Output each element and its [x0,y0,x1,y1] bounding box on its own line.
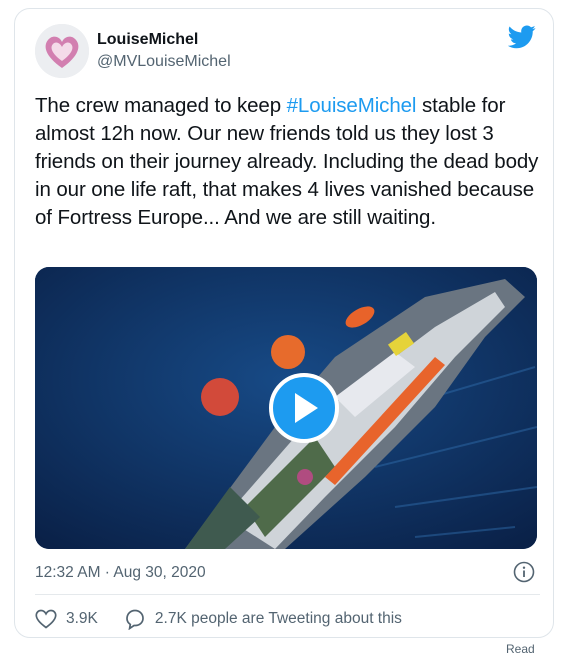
twitter-bird-icon[interactable] [508,25,536,49]
like-button[interactable]: 3.9K [35,609,98,629]
tweeting-about-link[interactable]: 2.7K people are Tweeting about this [124,608,402,630]
heart-logo-icon [35,24,89,78]
video-thumbnail[interactable] [35,267,537,549]
user-handle[interactable]: @MVLouiseMichel [97,53,231,71]
tweet-text-start: The crew managed to keep [35,94,287,117]
tweeting-about-text: 2.7K people are Tweeting about this [154,610,402,627]
read-replies-link[interactable]: Read [506,642,535,656]
hashtag-link[interactable]: #LouiseMichel [287,94,417,117]
divider [35,594,540,595]
tweet-text: The crew managed to keep #LouiseMichel s… [35,92,540,232]
display-name[interactable]: LouiseMichel [97,31,198,49]
tweet-actions: 3.9K 2.7K people are Tweeting about this [35,607,402,631]
info-icon[interactable] [513,561,535,583]
speech-bubble-icon [126,609,144,630]
heart-icon [35,609,57,629]
tweet-card[interactable]: LouiseMichel @MVLouiseMichel The crew ma… [14,8,554,638]
tweet-timestamp[interactable]: 12:32 AM · Aug 30, 2020 [35,564,206,582]
avatar[interactable] [35,24,89,78]
play-icon [295,393,318,423]
play-button[interactable] [269,373,339,443]
like-count: 3.9K [66,610,98,627]
